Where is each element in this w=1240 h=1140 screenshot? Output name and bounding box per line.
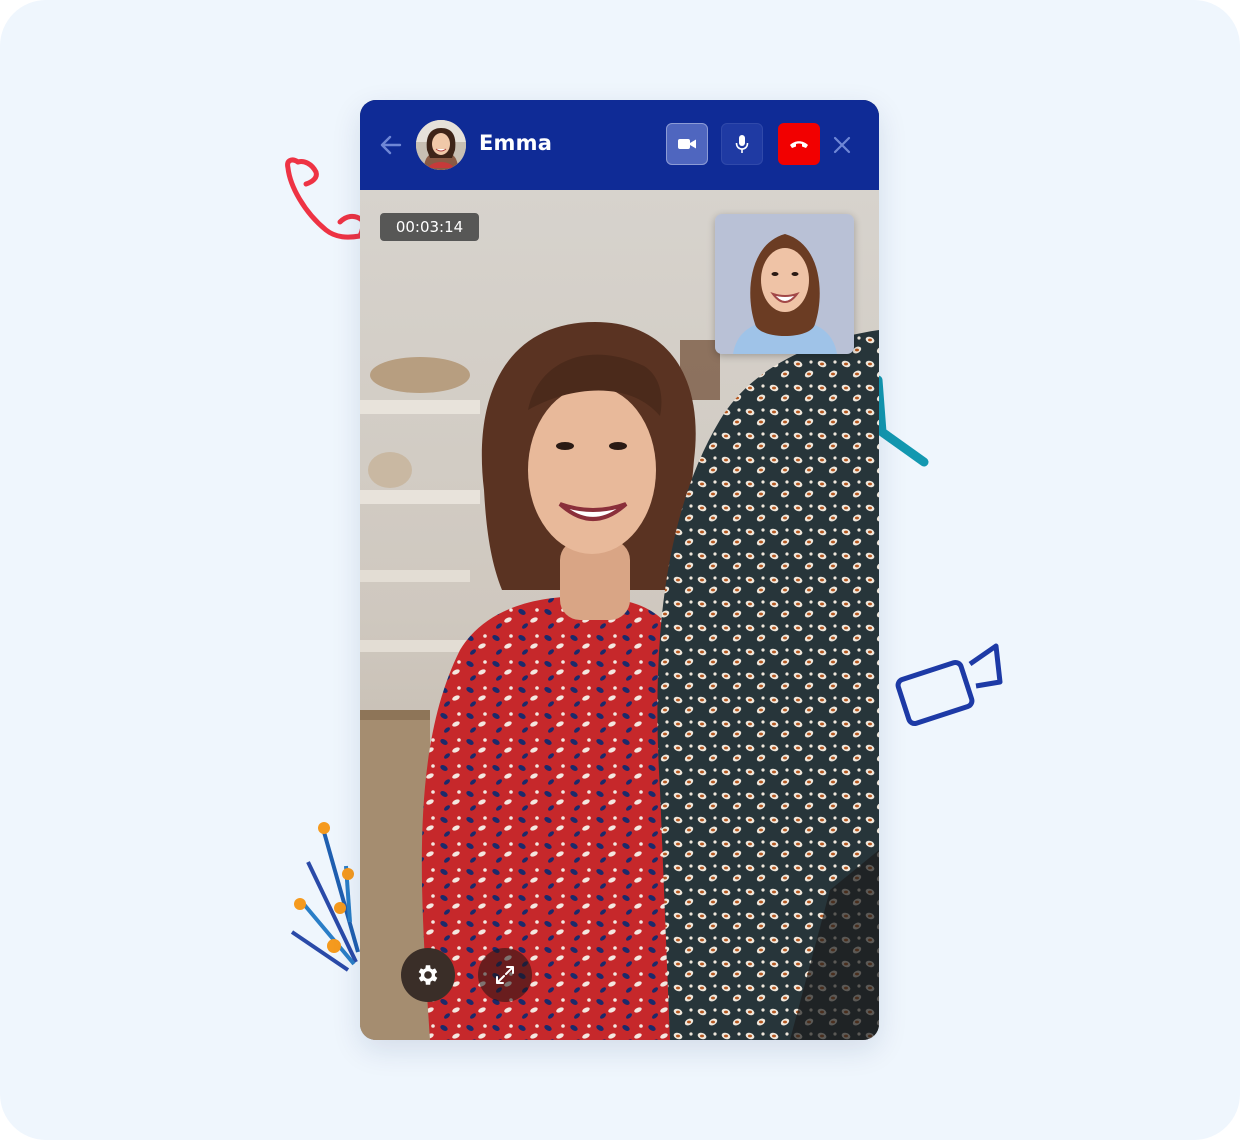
call-duration-timer: 00:03:14 — [380, 213, 479, 241]
brush-stroke-doodle — [873, 375, 929, 467]
video-call-window: Emma 00:03:14 — [360, 100, 879, 1040]
close-icon — [833, 136, 851, 154]
video-camera-doodle-icon — [895, 643, 1003, 727]
video-toggle-button[interactable] — [666, 123, 708, 165]
settings-button[interactable] — [401, 948, 455, 1002]
page-background: Emma 00:03:14 — [0, 0, 1240, 1140]
expand-icon — [496, 966, 514, 984]
contact-avatar — [416, 120, 466, 170]
end-call-button[interactable] — [778, 123, 820, 165]
flowers-doodle-icon — [290, 822, 360, 972]
remote-video-feed: 00:03:14 — [360, 190, 879, 1040]
back-button[interactable] — [376, 130, 406, 160]
phone-hangup-icon — [790, 141, 808, 148]
contact-name: Emma — [479, 131, 553, 155]
call-header: Emma — [360, 100, 879, 190]
mic-toggle-button[interactable] — [721, 123, 763, 165]
video-camera-icon — [678, 139, 696, 149]
close-button[interactable] — [828, 131, 856, 159]
arrow-left-icon — [380, 135, 402, 155]
self-preview-video[interactable] — [715, 214, 854, 354]
gear-icon — [418, 965, 438, 985]
phone-doodle-icon — [285, 157, 366, 240]
fullscreen-button[interactable] — [478, 948, 532, 1002]
microphone-icon — [735, 135, 749, 153]
